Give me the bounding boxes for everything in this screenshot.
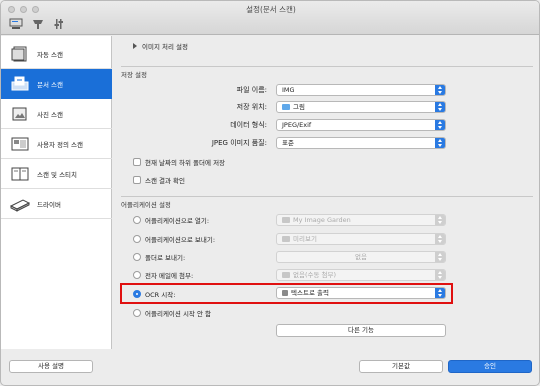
attach-email-dropdown-icon (435, 270, 445, 280)
sidebar-item-label: 사진 스캔 (37, 110, 63, 119)
sidebar-item-scan-stitch[interactable]: 스캔 및 스티치 (1, 159, 112, 189)
radio-label: 어플리케이션으로 보내기: (145, 236, 216, 244)
document-scan-icon (10, 76, 30, 92)
send-to-app-dropdown-icon (435, 234, 445, 244)
jpeg-quality-dropdown-icon (435, 138, 445, 148)
jpeg-quality-select[interactable]: 표준 (276, 137, 446, 149)
sidebar-item-photo-scan[interactable]: 사진 스캔 (1, 99, 112, 129)
save-in-dropdown-icon (435, 102, 445, 112)
sidebar-item-document-scan[interactable]: 문서 스캔 (1, 69, 112, 99)
radio-no-app[interactable]: 어플리케이션 시작 안 함 (133, 308, 211, 318)
data-format-value: JPEG/Exif (282, 121, 312, 129)
radio-open-with-app[interactable]: 어플리케이션으로 열기: (133, 215, 209, 225)
save-in-select[interactable]: 그림 (276, 101, 446, 113)
settings-panel: 이미지 처리 설정 저장 설정 파일 이름: IMG 저장 위치: 그림 데이터… (113, 36, 539, 349)
image-processing-toggle[interactable]: 이미지 처리 설정 (133, 41, 188, 51)
ocr-output-value: 텍스트로 출력 (291, 289, 329, 297)
radio-indicator[interactable] (133, 309, 141, 317)
jpeg-quality-value: 표준 (282, 139, 294, 147)
radio-attach-email[interactable]: 전자 메일에 첨부: (133, 270, 193, 280)
general-settings-icon[interactable] (53, 17, 67, 30)
save-in-value: 그림 (293, 103, 305, 111)
radio-label: 어플리케이션으로 열기: (145, 217, 210, 225)
instructions-button[interactable]: 사용 설명 (9, 360, 93, 373)
file-name-dropdown-icon[interactable] (435, 85, 445, 95)
sidebar-item-label: 스캔 및 스티치 (37, 170, 78, 179)
settings-window: 설정(문서 스캔) 자동 스캔 문서 스캔 사진 스캔 사용자 정의 스캔 스캔… (0, 0, 540, 386)
sidebar-item-label: 드라이버 (37, 200, 61, 209)
check-result-checkbox-label: 스캔 결과 확인 (145, 177, 186, 185)
application-settings-title: 어플리케이션 설정 (121, 201, 171, 209)
send-to-app-value: 미리보기 (293, 235, 317, 243)
data-format-dropdown-icon (435, 120, 445, 130)
disclosure-triangle-icon (133, 43, 137, 49)
checkbox-box[interactable] (133, 158, 141, 166)
radio-label: OCR 시작: (145, 291, 176, 299)
data-format-select[interactable]: JPEG/Exif (276, 119, 446, 131)
defaults-button[interactable]: 기본값 (359, 360, 443, 373)
radio-indicator[interactable] (133, 271, 141, 279)
subfolder-checkbox-label: 현재 날짜의 하위 폴더에 저장 (145, 159, 226, 167)
sidebar-item-label: 자동 스캔 (37, 50, 63, 59)
auto-scan-icon (10, 46, 30, 62)
sidebar-item-custom-scan[interactable]: 사용자 정의 스캔 (1, 129, 112, 159)
image-processing-label: 이미지 처리 설정 (142, 43, 188, 51)
jpeg-quality-label: JPEG 이미지 품질: (211, 139, 267, 147)
file-name-label: 파일 이름: (236, 86, 267, 94)
send-to-app-select[interactable]: 미리보기 (276, 233, 446, 245)
radio-label: 어플리케이션 시작 안 함 (145, 310, 211, 318)
sidebar-item-driver[interactable]: 드라이버 (1, 189, 112, 219)
attach-email-select[interactable]: 없음(수동 첨부) (276, 269, 446, 281)
custom-scan-icon (10, 136, 30, 152)
operation-panel-icon[interactable] (31, 17, 45, 30)
more-functions-button[interactable]: 다른 기능 (276, 324, 446, 337)
sidebar-item-auto-scan[interactable]: 자동 스캔 (1, 39, 112, 69)
save-settings-title: 저장 설정 (121, 71, 147, 79)
data-format-label: 데이터 형식: (230, 121, 267, 129)
send-to-folder-select[interactable]: 없음 (276, 251, 446, 263)
open-with-app-value: My Image Garden (293, 216, 351, 224)
sidebar-item-label: 사용자 정의 스캔 (37, 140, 83, 149)
subfolder-checkbox[interactable]: 현재 날짜의 하위 폴더에 저장 (133, 157, 225, 167)
ok-button[interactable]: 승인 (448, 360, 532, 373)
ocr-output-dropdown-icon (435, 288, 445, 298)
ocr-output-select[interactable]: 텍스트로 출력 (276, 287, 446, 299)
send-to-folder-value: 없음 (355, 253, 367, 261)
radio-indicator[interactable] (133, 216, 141, 224)
radio-label: 전자 메일에 첨부: (145, 272, 194, 280)
driver-icon (9, 196, 31, 212)
scan-from-computer-icon[interactable] (9, 17, 23, 30)
radio-start-ocr[interactable]: OCR 시작: (133, 289, 175, 299)
scan-stitch-icon (10, 166, 30, 182)
radio-indicator[interactable] (133, 253, 141, 261)
text-document-icon (282, 290, 288, 296)
preview-app-icon (282, 236, 290, 242)
save-in-label: 저장 위치: (236, 103, 267, 111)
radio-send-to-app[interactable]: 어플리케이션으로 보내기: (133, 234, 215, 244)
file-name-input[interactable]: IMG (276, 84, 446, 96)
open-with-app-select[interactable]: My Image Garden (276, 214, 446, 226)
file-name-value: IMG (282, 86, 295, 94)
attach-email-value: 없음(수동 첨부) (293, 271, 337, 279)
title-bar: 설정(문서 스캔) (1, 1, 539, 35)
scan-type-sidebar: 자동 스캔 문서 스캔 사진 스캔 사용자 정의 스캔 스캔 및 스티치 드라이… (1, 36, 112, 349)
sidebar-item-label: 문서 스캔 (37, 80, 63, 89)
app-icon (282, 217, 290, 223)
open-with-app-dropdown-icon (435, 215, 445, 225)
checkbox-box[interactable] (133, 176, 141, 184)
radio-send-to-folder[interactable]: 폴더로 보내기: (133, 252, 185, 262)
photo-scan-icon (10, 106, 30, 122)
mail-app-icon (282, 272, 290, 278)
folder-icon (282, 104, 290, 110)
send-to-folder-dropdown-icon (435, 252, 445, 262)
radio-indicator[interactable] (133, 290, 141, 298)
radio-label: 폴더로 보내기: (145, 254, 186, 262)
window-title: 설정(문서 스캔) (246, 5, 296, 14)
check-result-checkbox[interactable]: 스캔 결과 확인 (133, 175, 185, 185)
radio-indicator[interactable] (133, 235, 141, 243)
